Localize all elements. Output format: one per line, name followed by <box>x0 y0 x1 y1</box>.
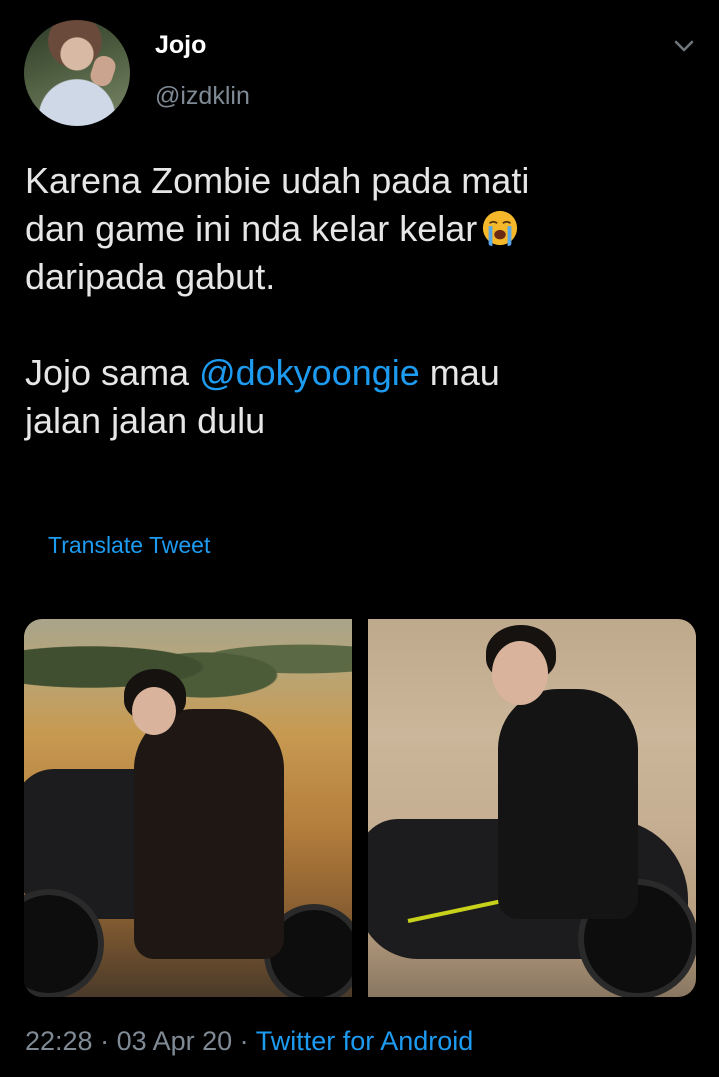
tweet-date: 03 Apr 20 <box>116 1026 233 1056</box>
person <box>498 689 638 919</box>
media-grid <box>24 619 696 997</box>
tweet-line: Karena Zombie udah pada mati <box>25 160 530 201</box>
tweet-time: 22:28 <box>25 1026 93 1056</box>
tweet-meta: 22:28 · 03 Apr 20 · Twitter for Android <box>25 1026 473 1057</box>
separator: · <box>232 1026 256 1056</box>
face <box>492 641 548 705</box>
tweet-source-link[interactable]: Twitter for Android <box>256 1026 474 1056</box>
person <box>134 709 284 959</box>
display-name[interactable]: Jojo <box>155 31 206 60</box>
photo-background-trees <box>24 619 352 699</box>
tweet-line: Jojo sama <box>25 352 200 393</box>
avatar-hand <box>87 53 119 89</box>
loudly-crying-face-emoji <box>483 210 518 247</box>
tweet-line: dan game ini nda kelar kelar <box>25 208 478 249</box>
photo-2[interactable] <box>368 619 696 997</box>
tweet-line: jalan jalan dulu <box>25 400 266 441</box>
separator: · <box>92 1026 117 1056</box>
tweet-text: Karena Zombie udah pada mati dan game in… <box>25 157 685 445</box>
user-handle[interactable]: @izdklin <box>155 82 250 111</box>
chevron-down-icon[interactable] <box>673 38 695 54</box>
avatar[interactable] <box>24 20 130 126</box>
photo-1[interactable] <box>24 619 352 997</box>
face <box>132 687 176 735</box>
tweet-line: mau <box>419 352 500 393</box>
tweet-line: daripada gabut. <box>25 256 276 297</box>
mention-link[interactable]: @dokyoongie <box>199 352 420 393</box>
translate-tweet-link[interactable]: Translate Tweet <box>48 532 210 559</box>
